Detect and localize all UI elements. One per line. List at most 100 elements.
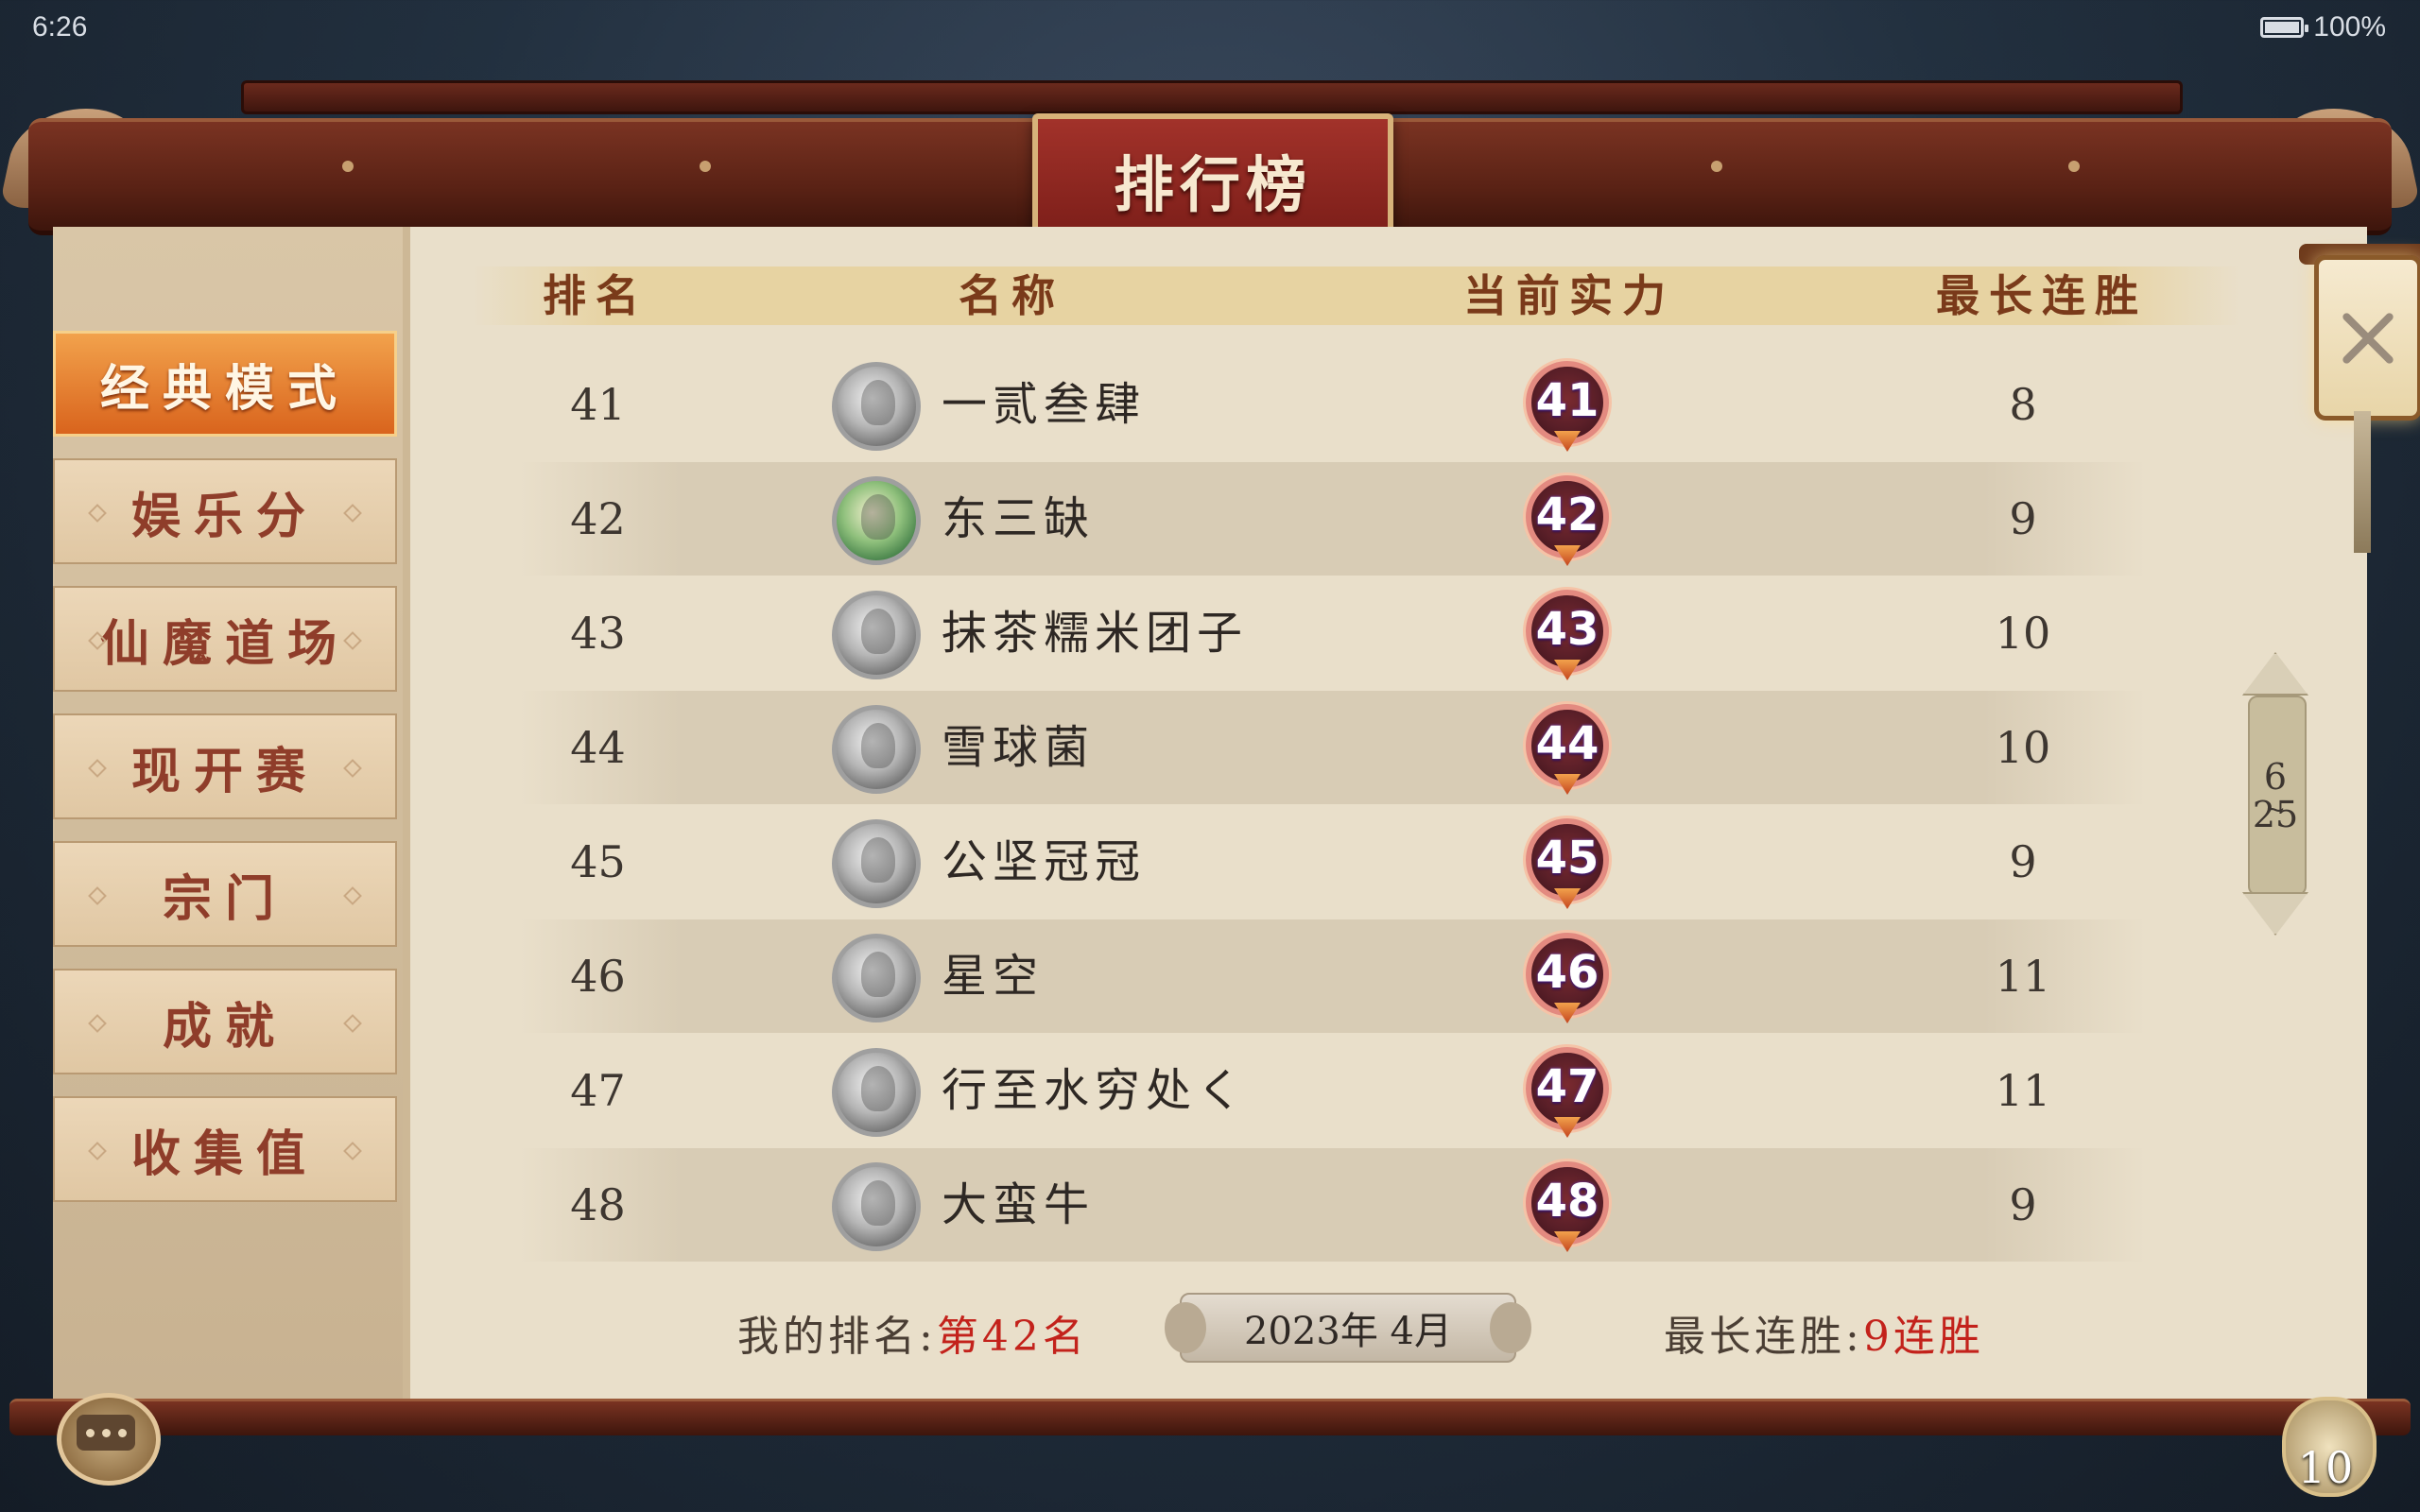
diamond-ornament-icon xyxy=(88,1142,107,1160)
rank-cell: 47 xyxy=(570,1065,626,1116)
my-longest-streak: 最长连胜:9连胜 xyxy=(1664,1302,1984,1363)
diamond-ornament-icon xyxy=(343,1142,362,1160)
streak-label: 最长连胜: xyxy=(1664,1313,1863,1361)
level-value: 46 xyxy=(1535,946,1599,999)
streak-cell: 9 xyxy=(2009,836,2037,887)
table-row[interactable]: 41 一贰叁肆 41 8 xyxy=(520,348,2146,461)
avatar xyxy=(832,705,921,794)
beam-stud xyxy=(342,161,354,172)
avatar xyxy=(832,934,921,1022)
lantern-tassel xyxy=(2354,411,2371,553)
level-badge: 41 xyxy=(1522,357,1613,452)
my-rank: 我的排名:第42名 xyxy=(737,1302,1088,1363)
chat-icon xyxy=(77,1415,135,1451)
player-name: 大蛮牛 xyxy=(942,1178,1096,1231)
sidebar-item-label: 仙魔道场 xyxy=(99,614,350,673)
month-selector[interactable]: 2023年 4月 xyxy=(1165,1293,1531,1363)
sidebar-item-immortal-arena[interactable]: 仙魔道场 xyxy=(53,586,397,692)
diamond-ornament-icon xyxy=(88,504,107,523)
sidebar-item-label: 娱乐分 xyxy=(130,487,319,545)
column-header-streak: 最长连胜 xyxy=(1936,270,2148,321)
table-row[interactable]: 42 东三缺 42 9 xyxy=(520,462,2146,576)
page-up-icon[interactable] xyxy=(2242,652,2308,696)
player-name: 一贰叁肆 xyxy=(942,378,1147,431)
rank-cell: 45 xyxy=(570,836,626,887)
close-icon xyxy=(2338,308,2398,369)
table-row[interactable]: 48 大蛮牛 48 9 xyxy=(520,1148,2146,1262)
diamond-ornament-icon xyxy=(343,504,362,523)
sidebar: 经典模式 娱乐分 仙魔道场 现开赛 宗门 成就 收集值 xyxy=(53,227,403,1399)
level-value: 42 xyxy=(1535,489,1599,541)
level-value: 41 xyxy=(1535,374,1599,427)
column-header-name: 名称 xyxy=(959,270,1064,321)
streak-cell: 9 xyxy=(2009,493,2037,544)
sidebar-item-entertainment[interactable]: 娱乐分 xyxy=(53,458,397,564)
streak-cell: 10 xyxy=(1995,722,2051,773)
sidebar-item-collection[interactable]: 收集值 xyxy=(53,1096,397,1202)
sidebar-item-achievements[interactable]: 成就 xyxy=(53,969,397,1074)
battery-level: 100% xyxy=(2313,11,2386,43)
chat-button[interactable] xyxy=(57,1393,161,1486)
beam-stud xyxy=(2068,161,2080,172)
status-time: 6:26 xyxy=(32,11,88,43)
level-badge: 48 xyxy=(1522,1158,1613,1252)
sidebar-item-sect[interactable]: 宗门 xyxy=(53,841,397,947)
rank-cell: 46 xyxy=(570,951,626,1002)
total-pages: 25 xyxy=(2252,794,2299,835)
beam-stud xyxy=(1711,161,1722,172)
player-name: 东三缺 xyxy=(942,492,1096,545)
table-row[interactable]: 47 行至水穷处く 47 11 xyxy=(520,1034,2146,1147)
player-name: 行至水穷处く xyxy=(942,1064,1249,1117)
player-name: 星空 xyxy=(942,950,1045,1003)
level-badge: 44 xyxy=(1522,700,1613,795)
status-bar: 6:26 100% xyxy=(0,0,2420,57)
player-name: 雪球菌 xyxy=(942,721,1096,774)
sidebar-item-label: 经典模式 xyxy=(99,359,350,418)
sidebar-item-label: 收集值 xyxy=(130,1125,319,1183)
level-value: 48 xyxy=(1535,1175,1599,1228)
sidebar-item-label: 成就 xyxy=(162,997,287,1056)
diamond-ornament-icon xyxy=(343,759,362,778)
table-row[interactable]: 44 雪球菌 44 10 xyxy=(520,691,2146,804)
streak-value: 9连胜 xyxy=(1862,1313,1984,1361)
close-button[interactable] xyxy=(2314,255,2420,421)
streak-cell: 9 xyxy=(2009,1179,2037,1230)
avatar xyxy=(832,476,921,565)
beam-stud xyxy=(700,161,711,172)
table-row[interactable]: 43 抹茶糯米团子 43 10 xyxy=(520,576,2146,690)
my-rank-label: 我的排名: xyxy=(737,1313,937,1361)
player-name: 公坚冠冠 xyxy=(942,835,1147,888)
table-row[interactable]: 46 星空 46 11 xyxy=(520,919,2146,1033)
sidebar-item-classic-mode[interactable]: 经典模式 xyxy=(53,331,397,437)
diamond-ornament-icon xyxy=(88,1014,107,1033)
page-down-icon[interactable] xyxy=(2242,892,2308,936)
table-row[interactable]: 45 公坚冠冠 45 9 xyxy=(520,805,2146,919)
status-right: 100% xyxy=(2260,11,2386,43)
avatar xyxy=(832,819,921,908)
sidebar-item-label: 现开赛 xyxy=(130,742,319,800)
column-header-power: 当前实力 xyxy=(1463,270,1675,321)
battery-icon xyxy=(2260,17,2309,38)
avatar xyxy=(832,591,921,679)
bottom-beam xyxy=(9,1399,2411,1435)
avatar xyxy=(832,1048,921,1137)
diamond-ornament-icon xyxy=(88,759,107,778)
level-value: 45 xyxy=(1535,832,1599,885)
streak-cell: 11 xyxy=(1995,1065,2051,1116)
avatar xyxy=(832,362,921,451)
coin-bag-button[interactable]: 10 xyxy=(2269,1397,2392,1501)
level-badge: 42 xyxy=(1522,472,1613,566)
page-scroller[interactable]: 6 ~ 25 xyxy=(2242,652,2308,936)
streak-cell: 10 xyxy=(1995,608,2051,659)
top-rail xyxy=(241,80,2183,114)
rank-cell: 44 xyxy=(570,722,626,773)
sidebar-item-open-match[interactable]: 现开赛 xyxy=(53,713,397,819)
rank-cell: 41 xyxy=(570,379,626,430)
level-value: 47 xyxy=(1535,1060,1599,1113)
rank-cell: 43 xyxy=(570,608,626,659)
sidebar-item-label: 宗门 xyxy=(162,869,287,928)
level-value: 44 xyxy=(1535,717,1599,770)
player-name: 抹茶糯米团子 xyxy=(942,607,1249,660)
page-title: 排行榜 xyxy=(1114,150,1312,221)
streak-cell: 11 xyxy=(1995,951,2051,1002)
